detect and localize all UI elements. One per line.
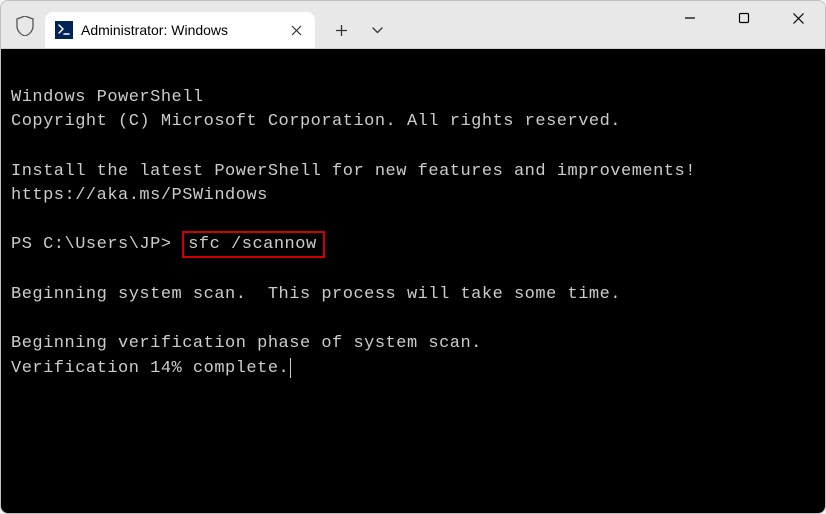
- progress-text: Verification 14% complete.: [11, 359, 289, 378]
- terminal-text-line: https://aka.ms/PSWindows: [11, 186, 268, 205]
- window-controls: [663, 0, 825, 48]
- tab-title: Administrator: Windows: [81, 22, 279, 38]
- powershell-icon: [55, 21, 73, 39]
- tab-close-button[interactable]: [287, 21, 305, 39]
- tab-actions: [323, 12, 395, 48]
- minimize-button[interactable]: [663, 0, 717, 36]
- tab-powershell[interactable]: Administrator: Windows: [45, 12, 315, 48]
- admin-shield-icon: [11, 10, 39, 42]
- terminal-text-line: Beginning verification phase of system s…: [11, 334, 482, 353]
- terminal-text-line: Copyright (C) Microsoft Corporation. All…: [11, 112, 621, 131]
- maximize-button[interactable]: [717, 0, 771, 36]
- titlebar: Administrator: Windows: [1, 1, 825, 49]
- new-tab-button[interactable]: [323, 14, 359, 46]
- tab-dropdown-button[interactable]: [359, 14, 395, 46]
- terminal-text-line: Beginning system scan. This process will…: [11, 285, 621, 304]
- prompt-text: PS C:\Users\JP>: [11, 235, 182, 254]
- close-window-button[interactable]: [771, 0, 825, 36]
- terminal-text-line: Install the latest PowerShell for new fe…: [11, 162, 696, 181]
- terminal-body[interactable]: Windows PowerShell Copyright (C) Microso…: [1, 49, 825, 513]
- terminal-cursor: [290, 358, 291, 378]
- terminal-text-line: Verification 14% complete.: [11, 359, 291, 378]
- command-highlight: sfc /scannow: [182, 231, 324, 258]
- powershell-window: Administrator: Windows: [0, 0, 826, 514]
- prompt-line: PS C:\Users\JP> sfc /scannow: [11, 231, 325, 258]
- terminal-text-line: Windows PowerShell: [11, 88, 204, 107]
